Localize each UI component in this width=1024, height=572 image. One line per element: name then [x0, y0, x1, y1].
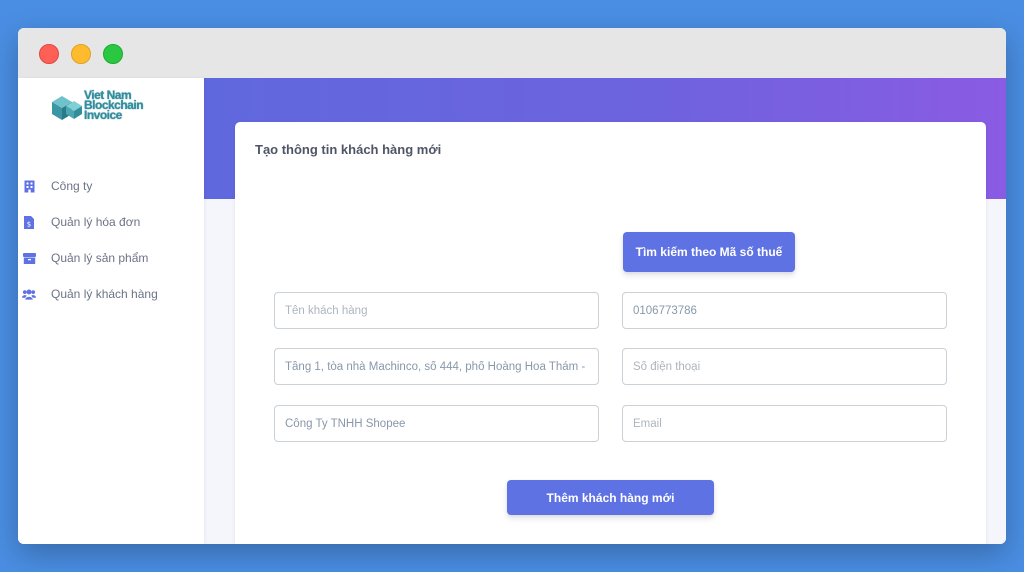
- building-icon: [22, 179, 36, 193]
- tax-code-input[interactable]: [622, 292, 947, 329]
- sidebar-item-label: Quản lý khách hàng: [51, 287, 158, 301]
- sidebar-nav: Công ty $ Quản lý hóa đơn Quản lý sản ph…: [18, 168, 204, 312]
- create-customer-card: Tạo thông tin khách hàng mới Tìm kiếm th…: [235, 122, 986, 544]
- search-by-tax-code-button[interactable]: Tìm kiếm theo Mã số thuế: [623, 232, 795, 272]
- browser-window: Viet Nam Blockchain Invoice Công ty $ Qu…: [18, 28, 1006, 544]
- title-bar: [18, 28, 1006, 78]
- add-customer-button[interactable]: Thêm khách hàng mới: [507, 480, 714, 515]
- close-window-button[interactable]: [39, 44, 59, 64]
- sidebar-item-customers[interactable]: Quản lý khách hàng: [18, 276, 204, 312]
- logo[interactable]: Viet Nam Blockchain Invoice: [48, 89, 168, 126]
- logo-text: Viet Nam Blockchain Invoice: [84, 89, 144, 121]
- minimize-window-button[interactable]: [71, 44, 91, 64]
- sidebar-item-label: Quản lý sản phẩm: [51, 251, 149, 265]
- card-title: Tạo thông tin khách hàng mới: [255, 142, 442, 157]
- box-icon: [22, 251, 36, 265]
- customer-name-input[interactable]: [274, 292, 599, 329]
- sidebar-item-company[interactable]: Công ty: [18, 168, 204, 204]
- email-input[interactable]: [622, 405, 947, 442]
- invoice-icon: $: [22, 215, 36, 229]
- svg-text:$: $: [27, 220, 31, 228]
- sidebar-item-invoices[interactable]: $ Quản lý hóa đơn: [18, 204, 204, 240]
- address-input[interactable]: [274, 348, 599, 385]
- maximize-window-button[interactable]: [103, 44, 123, 64]
- phone-input[interactable]: [622, 348, 947, 385]
- sidebar-item-label: Công ty: [51, 179, 93, 193]
- users-icon: [22, 287, 36, 301]
- main-content: Tạo thông tin khách hàng mới Tìm kiếm th…: [204, 78, 1006, 544]
- blockchain-cube-icon: [52, 96, 82, 120]
- sidebar-item-products[interactable]: Quản lý sản phẩm: [18, 240, 204, 276]
- sidebar: Viet Nam Blockchain Invoice Công ty $ Qu…: [18, 78, 204, 544]
- sidebar-item-label: Quản lý hóa đơn: [51, 215, 141, 229]
- company-input[interactable]: [274, 405, 599, 442]
